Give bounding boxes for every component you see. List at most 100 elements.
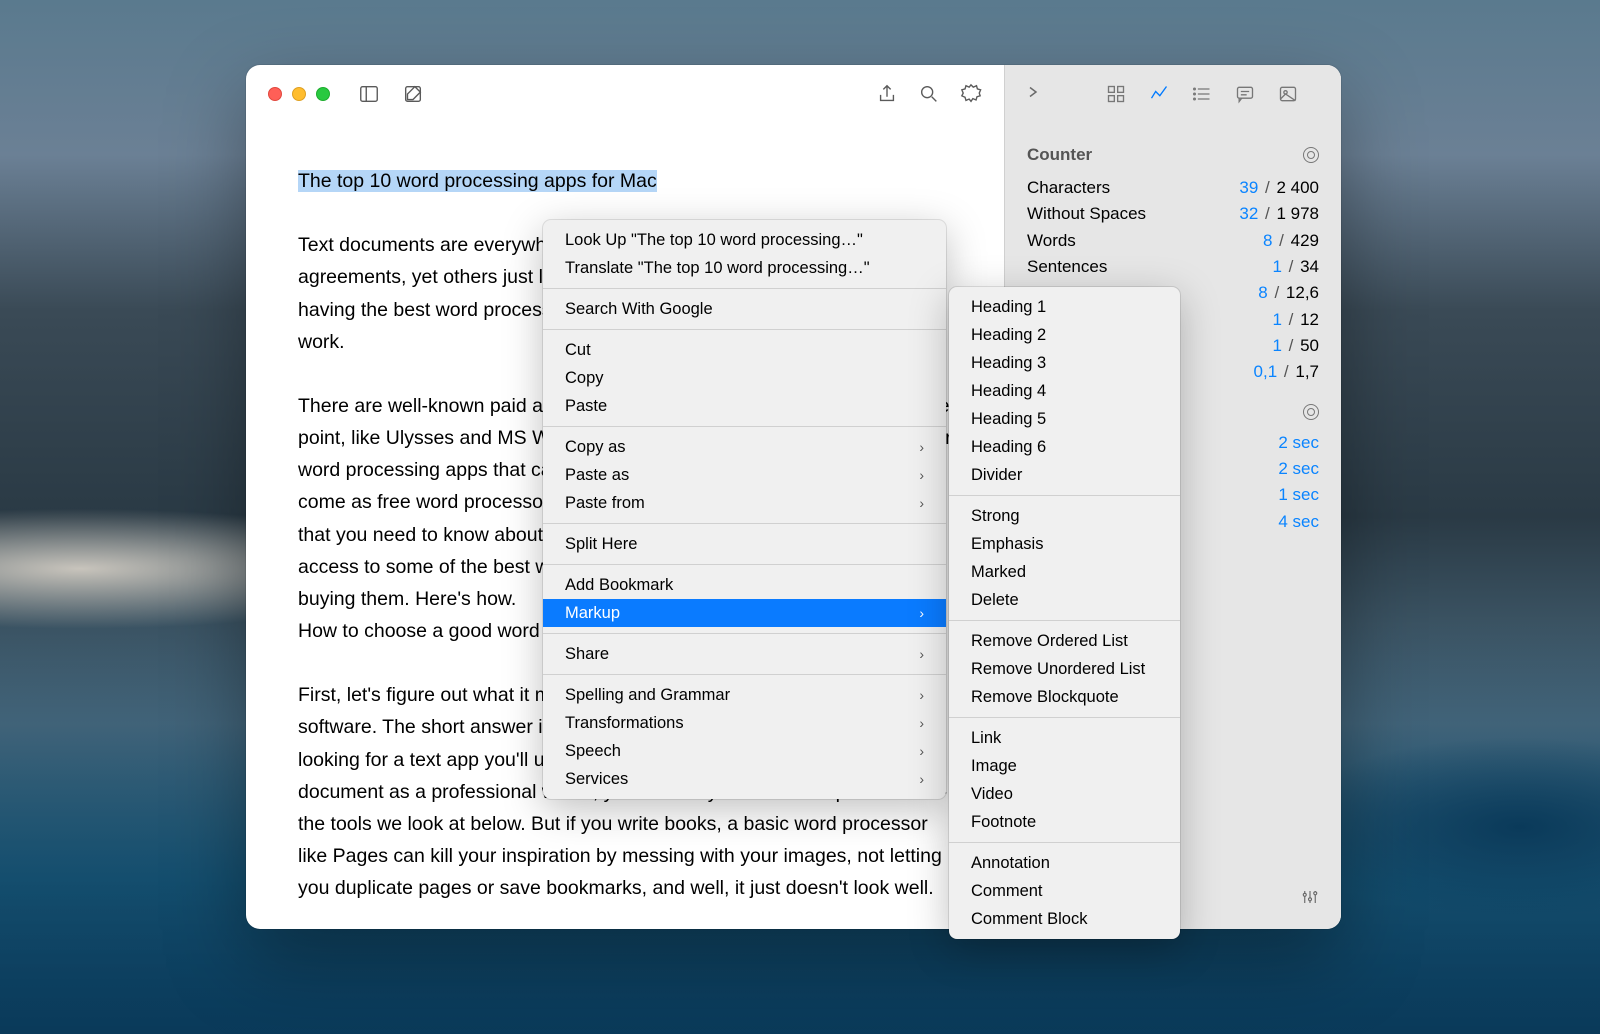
menu-markup[interactable]: Markup› — [543, 599, 946, 627]
menu-separator — [543, 426, 946, 427]
menu-search-google[interactable]: Search With Google — [543, 295, 946, 323]
time-value: 1 sec — [1278, 482, 1319, 508]
menu-video[interactable]: Video — [949, 780, 1180, 808]
menu-add-bookmark[interactable]: Add Bookmark — [543, 571, 946, 599]
menu-translate[interactable]: Translate "The top 10 word processing…" — [543, 254, 946, 282]
menu-footnote[interactable]: Footnote — [949, 808, 1180, 836]
menu-heading-4[interactable]: Heading 4 — [949, 377, 1180, 405]
chevron-right-icon: › — [919, 715, 924, 731]
counter-total: 1 978 — [1276, 204, 1319, 223]
menu-copy-as[interactable]: Copy as› — [543, 433, 946, 461]
target-icon[interactable] — [1303, 147, 1319, 163]
counter-selected: 8 — [1263, 231, 1272, 250]
target-icon[interactable] — [1303, 404, 1319, 420]
counter-row: Words8 / 429 — [1027, 228, 1319, 254]
chevron-right-icon: › — [919, 495, 924, 511]
compose-icon[interactable] — [402, 83, 424, 105]
menu-marked[interactable]: Marked — [949, 558, 1180, 586]
chevron-right-icon: › — [919, 687, 924, 703]
counter-selected: 1 — [1272, 310, 1281, 329]
settings-sliders-icon[interactable] — [1301, 888, 1319, 911]
counter-total: 2 400 — [1276, 178, 1319, 197]
counter-total: 12 — [1300, 310, 1319, 329]
window-controls — [268, 87, 330, 101]
counter-selected: 39 — [1239, 178, 1258, 197]
menu-separator — [543, 288, 946, 289]
menu-lookup[interactable]: Look Up "The top 10 word processing…" — [543, 226, 946, 254]
comments-view-icon[interactable] — [1235, 84, 1255, 104]
menu-separator — [543, 674, 946, 675]
menu-transformations[interactable]: Transformations› — [543, 709, 946, 737]
counter-label: Sentences — [1027, 254, 1107, 280]
stats-view-icon[interactable] — [1149, 84, 1169, 104]
menu-share[interactable]: Share› — [543, 640, 946, 668]
share-icon[interactable] — [876, 83, 898, 105]
menu-emphasis[interactable]: Emphasis — [949, 530, 1180, 558]
menu-heading-3[interactable]: Heading 3 — [949, 349, 1180, 377]
badge-icon[interactable] — [960, 83, 982, 105]
menu-comment[interactable]: Comment — [949, 877, 1180, 905]
chevron-right-icon: › — [919, 605, 924, 621]
minimize-button[interactable] — [292, 87, 306, 101]
menu-separator — [949, 842, 1180, 843]
counter-row: Characters39 / 2 400 — [1027, 175, 1319, 201]
menu-copy[interactable]: Copy — [543, 364, 946, 392]
grid-view-icon[interactable] — [1106, 84, 1126, 104]
menu-remove-ol[interactable]: Remove Ordered List — [949, 627, 1180, 655]
chevron-right-icon[interactable] — [1027, 83, 1043, 106]
menu-services[interactable]: Services› — [543, 765, 946, 793]
menu-comment-block[interactable]: Comment Block — [949, 905, 1180, 933]
menu-heading-2[interactable]: Heading 2 — [949, 321, 1180, 349]
menu-annotation[interactable]: Annotation — [949, 849, 1180, 877]
menu-remove-ul[interactable]: Remove Unordered List — [949, 655, 1180, 683]
list-view-icon[interactable] — [1192, 84, 1212, 104]
menu-heading-1[interactable]: Heading 1 — [949, 293, 1180, 321]
time-value: 2 sec — [1278, 456, 1319, 482]
close-button[interactable] — [268, 87, 282, 101]
counter-row: Sentences1 / 34 — [1027, 254, 1319, 280]
time-value: 2 sec — [1278, 430, 1319, 456]
menu-paste[interactable]: Paste — [543, 392, 946, 420]
menu-divider[interactable]: Divider — [949, 461, 1180, 489]
menu-cut[interactable]: Cut — [543, 336, 946, 364]
search-icon[interactable] — [918, 83, 940, 105]
menu-speech[interactable]: Speech› — [543, 737, 946, 765]
menu-image[interactable]: Image — [949, 752, 1180, 780]
menu-separator — [543, 329, 946, 330]
counter-total: 12,6 — [1286, 283, 1319, 302]
markup-submenu: Heading 1 Heading 2 Heading 3 Heading 4 … — [949, 287, 1180, 939]
menu-strong[interactable]: Strong — [949, 502, 1180, 530]
counter-total: 1,7 — [1295, 362, 1319, 381]
chevron-right-icon: › — [919, 467, 924, 483]
chevron-right-icon: › — [919, 439, 924, 455]
menu-separator — [949, 495, 1180, 496]
menu-split-here[interactable]: Split Here — [543, 530, 946, 558]
menu-heading-5[interactable]: Heading 5 — [949, 405, 1180, 433]
counter-label: Words — [1027, 228, 1076, 254]
selected-heading: The top 10 word processing apps for Mac — [298, 170, 657, 192]
counter-selected: 1 — [1272, 257, 1281, 276]
menu-link[interactable]: Link — [949, 724, 1180, 752]
menu-paste-from[interactable]: Paste from› — [543, 489, 946, 517]
sidebar-toolbar — [1027, 65, 1319, 123]
image-view-icon[interactable] — [1278, 84, 1298, 104]
counter-title: Counter — [1027, 145, 1092, 165]
maximize-button[interactable] — [316, 87, 330, 101]
counter-label: Characters — [1027, 175, 1110, 201]
counter-total: 429 — [1291, 231, 1319, 250]
counter-selected: 32 — [1239, 204, 1258, 223]
chevron-right-icon: › — [919, 743, 924, 759]
context-menu: Look Up "The top 10 word processing…" Tr… — [543, 220, 946, 799]
menu-spelling[interactable]: Spelling and Grammar› — [543, 681, 946, 709]
counter-selected: 0,1 — [1254, 362, 1278, 381]
sidebar-toggle-icon[interactable] — [358, 83, 380, 105]
menu-remove-bq[interactable]: Remove Blockquote — [949, 683, 1180, 711]
menu-separator — [949, 717, 1180, 718]
menu-delete[interactable]: Delete — [949, 586, 1180, 614]
menu-separator — [543, 564, 946, 565]
menu-heading-6[interactable]: Heading 6 — [949, 433, 1180, 461]
chevron-right-icon: › — [919, 646, 924, 662]
menu-paste-as[interactable]: Paste as› — [543, 461, 946, 489]
menu-separator — [543, 633, 946, 634]
counter-selected: 1 — [1272, 336, 1281, 355]
